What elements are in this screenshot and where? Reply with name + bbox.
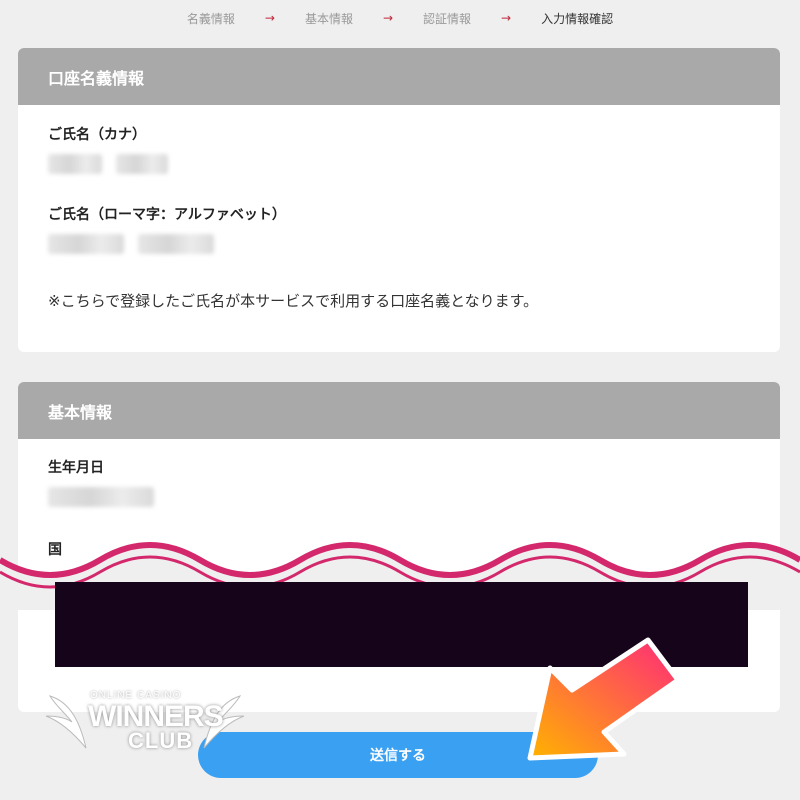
name-roman-field: ご氏名（ローマ字：アルファベット） (48, 204, 286, 254)
name-kana-value-redacted (48, 154, 168, 174)
birthdate-value-redacted (48, 487, 154, 507)
name-kana-field: ご氏名（カナ） (48, 124, 168, 174)
step-arrow-icon: → (382, 11, 394, 25)
redacted-block (48, 487, 154, 507)
step-arrow-icon: → (501, 11, 512, 25)
redacted-block (116, 154, 168, 174)
redacted-block (48, 154, 102, 174)
name-roman-value-redacted (48, 234, 286, 254)
step-basic-info: 基本情報 (304, 11, 353, 26)
step-verification-info: 認証情報 (423, 11, 472, 26)
progress-stepper: 名義情報 → 基本情報 → 認証情報 → 入力情報確認 (0, 0, 800, 36)
redacted-block (138, 234, 214, 254)
step-name-info: 名義情報 (186, 11, 235, 26)
step-confirmation: 入力情報確認 (541, 11, 614, 26)
name-roman-label: ご氏名（ローマ字：アルファベット） (48, 207, 286, 223)
birthdate-field: 生年月日 (48, 457, 154, 507)
logo-line3: CLUB (128, 728, 194, 753)
birthdate-label: 生年月日 (48, 460, 104, 476)
account-name-note: ※こちらで登録したご氏名が本サービスで利用する口座名義となります。 (48, 292, 539, 310)
account-holder-title: 口座名義情報 (18, 48, 780, 105)
name-kana-label: ご氏名（カナ） (48, 127, 146, 143)
account-holder-card: 口座名義情報 ご氏名（カナ） ご氏名（ローマ字：アルファベット） ※こちらで登録… (18, 48, 780, 352)
basic-info-title: 基本情報 (18, 382, 780, 439)
step-arrow-icon: → (264, 11, 275, 25)
winners-club-logo: ONLINE CASINO WINNERS CLUB (40, 682, 250, 762)
pointer-arrow-icon (527, 637, 681, 761)
redacted-block (48, 234, 124, 254)
